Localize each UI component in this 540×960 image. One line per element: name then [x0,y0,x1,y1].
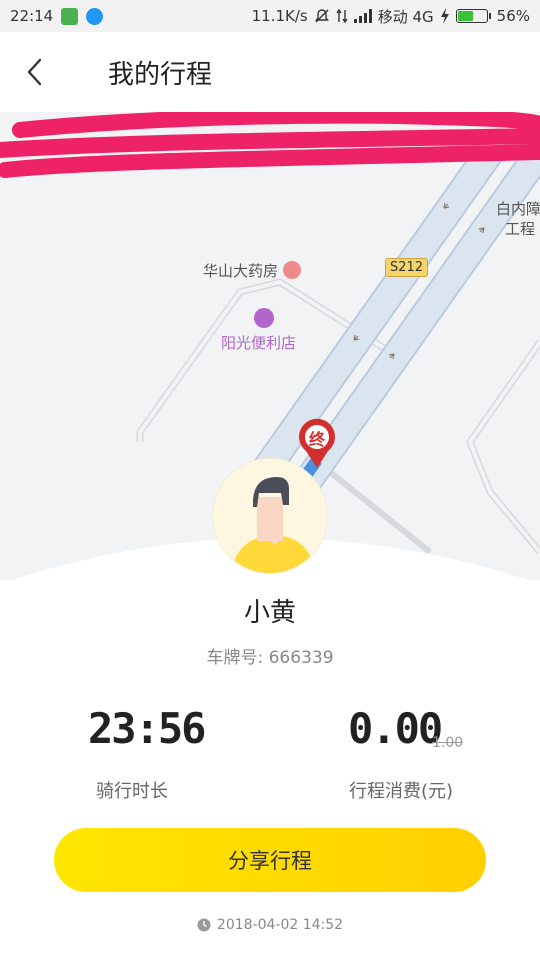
fee-value: 0.00 [348,704,443,753]
back-button[interactable] [0,32,70,112]
chevron-left-icon [27,58,42,86]
pharmacy-icon [282,261,301,279]
trip-card [0,580,540,960]
fee-label: 行程消费(元) [349,781,454,802]
browser-notification-icon [86,7,104,25]
avatar [212,458,328,574]
shop-icon [254,308,274,328]
app-notification-icon [61,7,79,25]
status-bar: 22:14 11.1K/s 移动 4G 56% [0,0,540,32]
road-badge: S212 [385,258,429,277]
clock-icon [197,918,211,932]
poi-pharmacy-label[interactable]: 华山大药房 [203,260,301,281]
trip-timestamp: 2018-04-02 14:52 [0,917,540,933]
status-time: 22:14 [10,7,54,25]
data-arrows-icon [336,8,348,24]
end-marker-label: 终 [308,430,325,449]
carrier-label: 移动 4G [377,7,434,26]
poi-shop-label[interactable]: 阳光便利店 [221,332,296,353]
plate-number: 车牌号: 666339 [206,648,334,668]
page-title: 我的行程 [108,59,213,90]
duration-label: 骑行时长 [96,781,168,802]
end-pin-icon[interactable]: 终 [296,417,338,469]
rider-name: 小黄 [243,598,296,628]
original-fee: 1.00 [432,735,464,751]
share-trip-button[interactable]: 分享行程 [54,828,486,892]
duration-value: 23:56 [88,704,206,753]
edge-label-1: 白内障 [496,200,540,218]
battery-percent: 56% [496,7,530,25]
edge-label-2: 工程 [505,220,536,238]
header: 我的行程 [0,32,540,112]
signal-icon [353,9,372,23]
battery-icon [455,9,491,23]
charging-icon [440,8,449,24]
timestamp-text: 2018-04-02 14:52 [216,917,344,933]
network-speed: 11.1K/s [251,7,308,25]
silent-icon [314,9,329,23]
